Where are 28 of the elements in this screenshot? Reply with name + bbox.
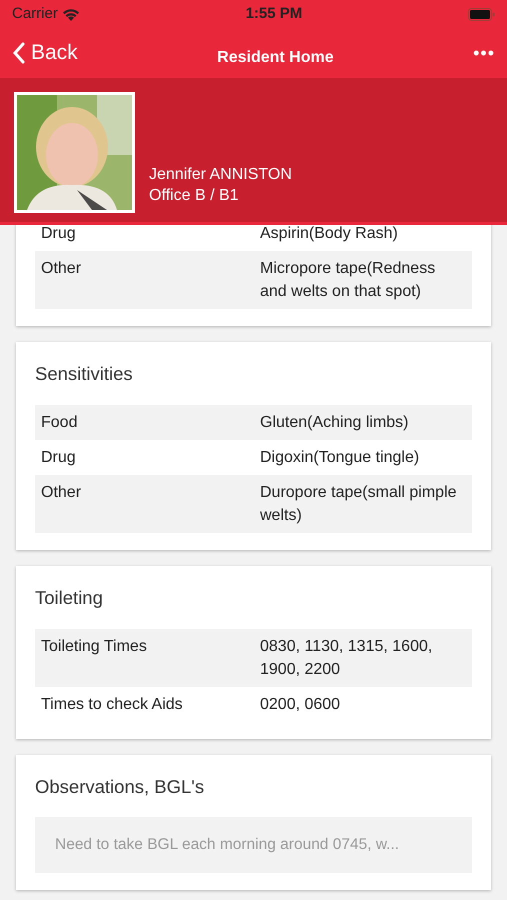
battery-icon (468, 8, 495, 20)
section-title: Toileting (35, 586, 104, 610)
notes-field[interactable]: Need to take BGL each morning around 0745, w... (35, 817, 472, 872)
row-value: Micropore tape(Redness and welts on that spot) (260, 259, 436, 302)
carrier-text: Carrier (12, 4, 58, 24)
wifi-icon (62, 8, 80, 20)
row-value: 0830, 1130, 1315, 1600, 1900, 2200 (260, 636, 434, 680)
chevron-left-icon (12, 42, 25, 64)
row-value: Aspirin(Body Rash) (260, 224, 399, 244)
status-time: 1:55 PM (246, 4, 302, 24)
row-label: Drug (41, 224, 77, 244)
section-title: Sensitivities (35, 362, 134, 386)
back-button[interactable]: Back (12, 37, 78, 69)
page-title: Resident Home (217, 48, 334, 68)
row-value: Gluten(Aching limbs) (260, 412, 410, 433)
resident-location: Office B / B1 (149, 186, 240, 206)
row-label: Other (41, 259, 82, 279)
more-button[interactable]: ••• (473, 40, 495, 66)
row-value: Duropore tape(small pimple welts) (260, 482, 458, 526)
row-label: Food (41, 412, 78, 433)
row-value: 0200, 0600 (260, 694, 342, 714)
section-title: Observations, BGL's (35, 774, 206, 798)
row-label: Toileting Times (41, 636, 148, 656)
resident-name: Jennifer ANNISTON (149, 165, 292, 185)
row-label: Drug (41, 448, 77, 468)
row-label: Other (41, 482, 82, 503)
row-label: Times to check Aids (41, 694, 184, 714)
row-value: Digoxin(Tongue tingle) (260, 448, 420, 468)
